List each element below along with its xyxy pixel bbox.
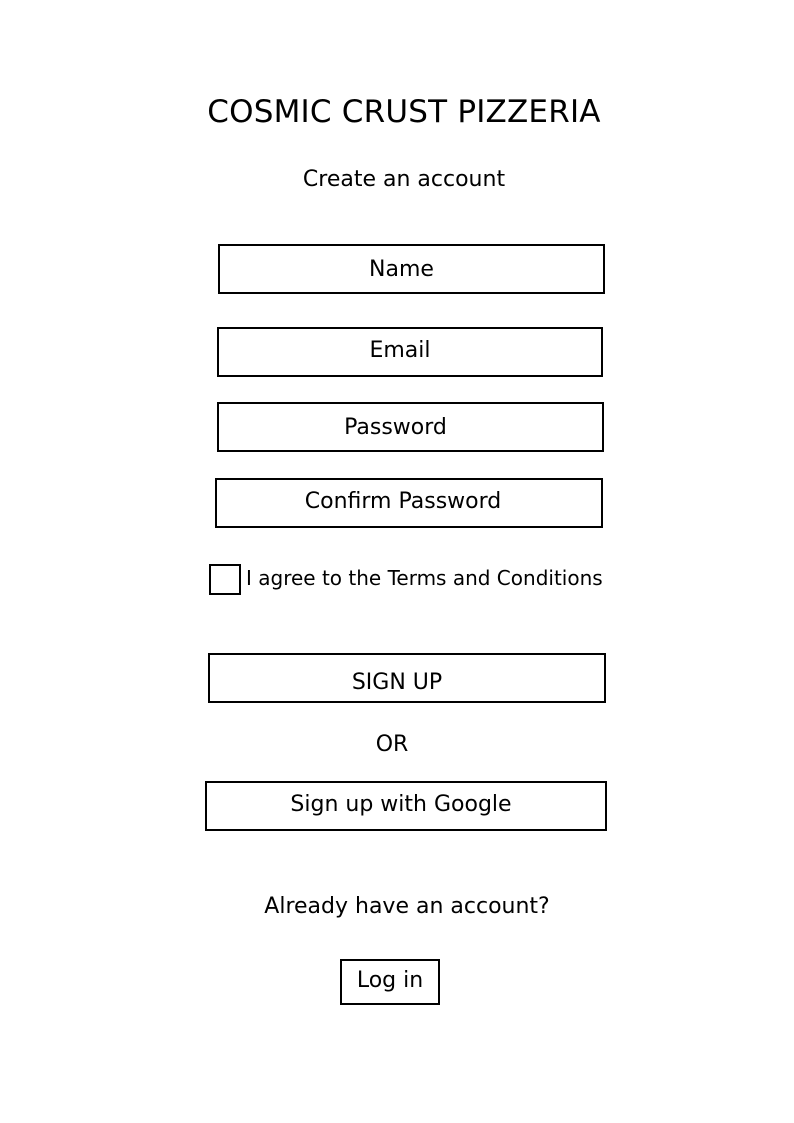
name-field[interactable]: Name <box>218 244 605 294</box>
password-field[interactable]: Password <box>217 402 604 452</box>
or-divider-text: OR <box>375 732 409 757</box>
google-signup-button[interactable]: Sign up with Google <box>205 781 607 831</box>
name-field-placeholder: Name <box>369 256 434 282</box>
password-field-placeholder: Password <box>344 414 447 440</box>
confirm-password-field[interactable]: Confirm Password <box>215 478 603 528</box>
page-subtitle: Create an account <box>302 167 506 192</box>
signup-button-label: SIGN UP <box>351 669 443 695</box>
email-field[interactable]: Email <box>217 327 603 377</box>
already-have-account-text: Already have an account? <box>264 894 550 919</box>
terms-label: I agree to the Terms and Conditions <box>246 566 603 590</box>
login-button-label: Log in <box>356 967 424 993</box>
brand-title: COSMIC CRUST PIZZERIA <box>207 94 601 130</box>
confirm-password-field-placeholder: Confirm Password <box>304 488 502 514</box>
signup-button[interactable]: SIGN UP <box>208 653 606 703</box>
email-field-placeholder: Email <box>369 337 431 363</box>
terms-checkbox[interactable] <box>209 564 241 595</box>
google-signup-button-label: Sign up with Google <box>290 791 512 817</box>
login-button[interactable]: Log in <box>340 959 440 1005</box>
